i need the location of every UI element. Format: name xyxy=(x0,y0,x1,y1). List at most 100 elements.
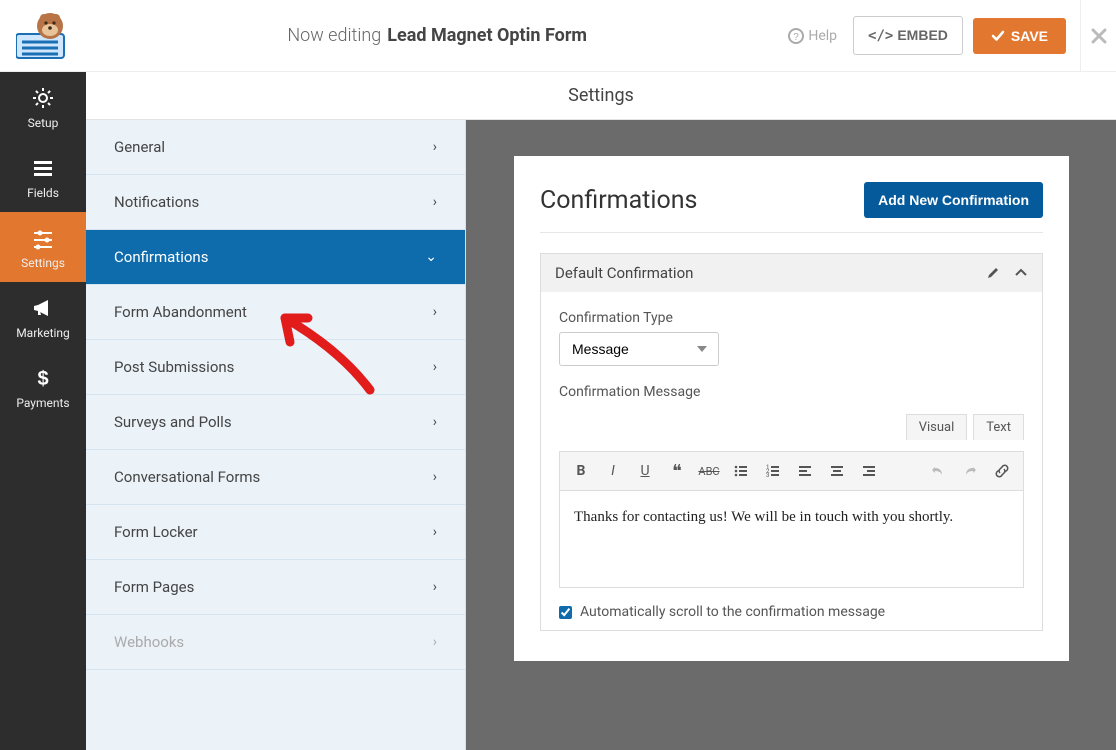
nav-fields[interactable]: Fields xyxy=(0,142,86,212)
embed-button[interactable]: </>EMBED xyxy=(853,16,963,55)
settings-item-label: Surveys and Polls xyxy=(114,413,232,431)
chevron-right-icon: › xyxy=(433,359,437,375)
settings-item-general[interactable]: General › xyxy=(86,120,465,175)
code-icon: </> xyxy=(868,28,893,44)
settings-item-label: General xyxy=(114,138,165,156)
megaphone-icon xyxy=(31,296,55,320)
nav-marketing-label: Marketing xyxy=(16,326,70,340)
editing-title: Now editing Lead Magnet Optin Form xyxy=(86,25,788,46)
nav-setup-label: Setup xyxy=(28,116,59,130)
settings-item-label: Form Abandonment xyxy=(114,303,247,321)
numbered-list-button[interactable]: 123 xyxy=(760,458,786,484)
settings-item-confirmations[interactable]: Confirmations ⌄ xyxy=(86,230,465,285)
settings-item-surveys-polls[interactable]: Surveys and Polls › xyxy=(86,395,465,450)
editor-tabs: Visual Text xyxy=(559,414,1024,440)
chevron-right-icon: › xyxy=(433,469,437,485)
dollar-icon: $ xyxy=(31,366,55,390)
editor-toolbar: B I U ❝ ABC 123 xyxy=(560,452,1023,491)
chevron-right-icon: › xyxy=(433,139,437,155)
gear-icon xyxy=(31,86,55,110)
settings-item-label: Post Submissions xyxy=(114,358,234,376)
nav-fields-label: Fields xyxy=(27,186,59,200)
settings-item-label: Confirmations xyxy=(114,248,208,266)
confirmations-panel: Confirmations Add New Confirmation Defau… xyxy=(514,156,1069,661)
italic-button[interactable]: I xyxy=(600,458,626,484)
nav-settings[interactable]: Settings xyxy=(0,212,86,282)
editor-tab-text[interactable]: Text xyxy=(973,414,1024,440)
editor-tab-visual[interactable]: Visual xyxy=(906,414,968,440)
link-button[interactable] xyxy=(989,458,1015,484)
chevron-down-icon: ⌄ xyxy=(425,249,437,265)
chevron-right-icon: › xyxy=(433,634,437,650)
confirmation-box: Default Confirmation Confirmation Type M… xyxy=(540,253,1043,631)
confirmation-type-select[interactable]: Message xyxy=(559,332,719,366)
quote-button[interactable]: ❝ xyxy=(664,458,690,484)
redo-button[interactable] xyxy=(957,458,983,484)
editing-prefix: Now editing xyxy=(287,25,381,46)
nav-payments[interactable]: $ Payments xyxy=(0,352,86,422)
chevron-right-icon: › xyxy=(433,524,437,540)
close-button[interactable] xyxy=(1080,0,1116,72)
edit-icon[interactable] xyxy=(986,266,1000,280)
chevron-right-icon: › xyxy=(433,579,437,595)
settings-item-label: Webhooks xyxy=(114,633,184,651)
chevron-right-icon: › xyxy=(433,304,437,320)
chevron-right-icon: › xyxy=(433,194,437,210)
main-area: Confirmations Add New Confirmation Defau… xyxy=(466,120,1116,750)
close-icon xyxy=(1090,27,1108,45)
leftnav: Setup Fields Settings Marketing $ Paymen… xyxy=(0,72,86,750)
help-icon: ? xyxy=(788,28,804,44)
settings-item-label: Form Pages xyxy=(114,578,194,596)
undo-button[interactable] xyxy=(925,458,951,484)
help-label: Help xyxy=(808,28,837,44)
align-left-button[interactable] xyxy=(792,458,818,484)
chevron-right-icon: › xyxy=(433,414,437,430)
auto-scroll-option[interactable]: Automatically scroll to the confirmation… xyxy=(559,604,1024,620)
settings-item-label: Notifications xyxy=(114,193,199,211)
confirmation-type-label: Confirmation Type xyxy=(559,310,1024,326)
confirmation-box-header[interactable]: Default Confirmation xyxy=(541,254,1042,292)
collapse-icon[interactable] xyxy=(1014,266,1028,280)
editor-body[interactable]: Thanks for contacting us! We will be in … xyxy=(560,491,1023,587)
nav-payments-label: Payments xyxy=(16,396,69,410)
svg-text:$: $ xyxy=(37,368,48,390)
settings-item-form-locker[interactable]: Form Locker › xyxy=(86,505,465,560)
form-name: Lead Magnet Optin Form xyxy=(387,25,587,46)
auto-scroll-checkbox[interactable] xyxy=(559,606,572,619)
settings-item-label: Form Locker xyxy=(114,523,198,541)
sliders-icon xyxy=(31,226,55,250)
confirmation-message-label: Confirmation Message xyxy=(559,384,1024,400)
bullet-list-button[interactable] xyxy=(728,458,754,484)
settings-submenu: General › Notifications › Confirmations … xyxy=(86,72,466,750)
strikethrough-button[interactable]: ABC xyxy=(696,458,722,484)
underline-button[interactable]: U xyxy=(632,458,658,484)
check-icon xyxy=(991,29,1005,43)
editor: B I U ❝ ABC 123 xyxy=(559,451,1024,588)
nav-setup[interactable]: Setup xyxy=(0,72,86,142)
align-right-button[interactable] xyxy=(856,458,882,484)
save-button[interactable]: SAVE xyxy=(973,18,1066,54)
topbar: Now editing Lead Magnet Optin Form ? Hel… xyxy=(0,0,1116,72)
settings-item-label: Conversational Forms xyxy=(114,468,260,486)
svg-text:3: 3 xyxy=(766,472,769,479)
settings-item-form-abandonment[interactable]: Form Abandonment › xyxy=(86,285,465,340)
nav-settings-label: Settings xyxy=(21,256,65,270)
list-icon xyxy=(31,156,55,180)
confirmation-name: Default Confirmation xyxy=(555,264,693,282)
bold-button[interactable]: B xyxy=(568,458,594,484)
settings-item-conversational-forms[interactable]: Conversational Forms › xyxy=(86,450,465,505)
settings-item-notifications[interactable]: Notifications › xyxy=(86,175,465,230)
add-confirmation-button[interactable]: Add New Confirmation xyxy=(864,182,1043,218)
topbar-actions: ? Help </>EMBED SAVE xyxy=(788,16,1080,55)
svg-text:?: ? xyxy=(794,32,800,43)
help-link[interactable]: ? Help xyxy=(788,28,837,44)
settings-header: Settings xyxy=(86,72,1116,120)
auto-scroll-label: Automatically scroll to the confirmation… xyxy=(580,604,885,620)
settings-item-webhooks[interactable]: Webhooks › xyxy=(86,615,465,670)
app-logo xyxy=(0,0,86,71)
align-center-button[interactable] xyxy=(824,458,850,484)
settings-item-form-pages[interactable]: Form Pages › xyxy=(86,560,465,615)
nav-marketing[interactable]: Marketing xyxy=(0,282,86,352)
settings-item-post-submissions[interactable]: Post Submissions › xyxy=(86,340,465,395)
panel-title: Confirmations xyxy=(540,186,697,215)
